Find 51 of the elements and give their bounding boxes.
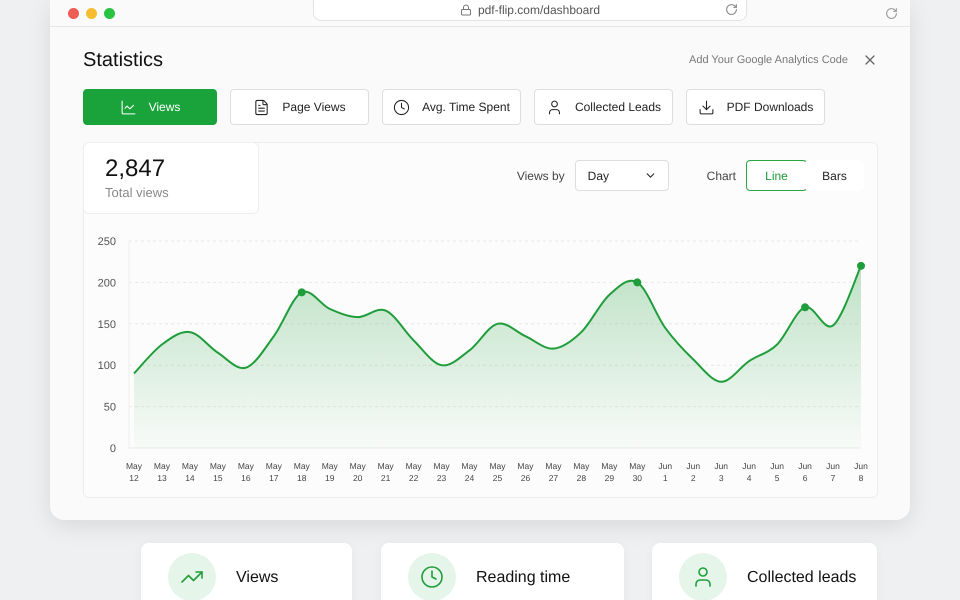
axis-label: 0	[110, 443, 116, 455]
axis-label: Jun 4	[742, 461, 756, 483]
axis-label: May 14	[182, 461, 198, 483]
analytics-link[interactable]: Add Your Google Analytics Code	[688, 54, 848, 66]
stat-tab[interactable]: Page Views	[230, 89, 369, 125]
axis-label: May 20	[350, 461, 366, 483]
axis-label: Jun 3	[714, 461, 728, 483]
axis-label: May 21	[378, 461, 394, 483]
axis-label: May 16	[238, 461, 254, 483]
axis-label: May 24	[462, 461, 478, 483]
period-dropdown[interactable]: Day	[574, 160, 669, 191]
axis-label: May 15	[210, 461, 226, 483]
total-label: Total views	[105, 185, 170, 200]
axis-label: 150	[98, 318, 116, 331]
chart-type-toggle[interactable]: Line	[746, 160, 807, 191]
axis-label: May 18	[294, 461, 310, 483]
axis-label: Jun 8	[854, 461, 868, 483]
axis-label: May 28	[573, 461, 590, 483]
axis-label: Jun 2	[686, 461, 700, 483]
page-title: Statistics	[83, 48, 164, 72]
axis-label: May 25	[489, 461, 506, 483]
axis-label: 50	[104, 402, 116, 414]
chart-type-toggle[interactable]: Bars	[805, 160, 864, 191]
axis-label: May 19	[322, 461, 338, 483]
axis-label: May 26	[517, 461, 534, 483]
stat-tab[interactable]: Collected Leads	[534, 89, 673, 125]
total-value: 2,847	[105, 155, 166, 183]
axis-label: 200	[98, 277, 116, 290]
stat-tab[interactable]: Avg. Time Spent	[382, 89, 521, 125]
axis-label: Jun 6	[798, 461, 812, 483]
address-bar[interactable]: pdf-flip.com/dashboard	[313, 0, 747, 20]
axis-label: Jun 5	[770, 461, 784, 483]
url-text: pdf-flip.com/dashboard	[478, 2, 600, 16]
axis-label: Jun 1	[658, 461, 672, 483]
axis-label: May 27	[545, 461, 562, 483]
axis-label: May 17	[266, 461, 282, 483]
axis-label: Jun 7	[826, 461, 840, 483]
axis-label: 100	[98, 360, 116, 372]
chart-type-label: Chart	[706, 168, 736, 182]
axis-label: May 30	[629, 461, 646, 483]
axis-label: May 13	[154, 461, 170, 483]
stat-tab[interactable]: PDF Downloads	[686, 89, 825, 125]
views-by-label: Views by	[516, 168, 565, 182]
metric-label: Collected leads	[747, 569, 856, 587]
axis-label: May 23	[434, 461, 450, 483]
axis-label: 250	[98, 236, 116, 248]
axis-label: May 22	[406, 461, 422, 483]
axis-label: May 12	[126, 461, 142, 483]
metric-label: Reading time	[476, 569, 570, 587]
axis-label: May 29	[601, 461, 618, 483]
metric-label: Views	[236, 569, 278, 587]
